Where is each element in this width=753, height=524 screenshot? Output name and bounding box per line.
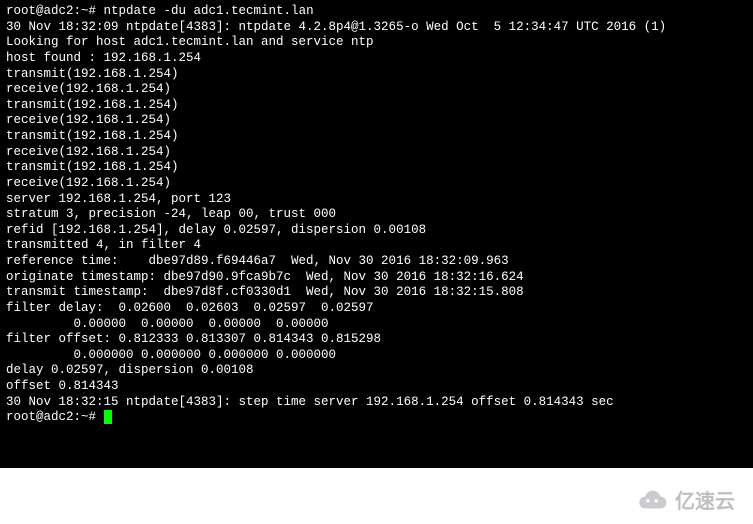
output-line: transmit(192.168.1.254) [6, 160, 747, 176]
output-line: receive(192.168.1.254) [6, 82, 747, 98]
output-line: 0.00000 0.00000 0.00000 0.00000 [6, 317, 747, 333]
output-line: transmit(192.168.1.254) [6, 129, 747, 145]
output-line: stratum 3, precision -24, leap 00, trust… [6, 207, 747, 223]
output-line: 30 Nov 18:32:09 ntpdate[4383]: ntpdate 4… [6, 20, 747, 36]
watermark: 亿速云 [635, 485, 735, 514]
output-line: receive(192.168.1.254) [6, 113, 747, 129]
output-line: receive(192.168.1.254) [6, 145, 747, 161]
output-line: filter delay: 0.02600 0.02603 0.02597 0.… [6, 301, 747, 317]
output-line: refid [192.168.1.254], delay 0.02597, di… [6, 223, 747, 239]
output-line: 0.000000 0.000000 0.000000 0.000000 [6, 348, 747, 364]
output-line: transmitted 4, in filter 4 [6, 238, 747, 254]
output-line: Looking for host adc1.tecmint.lan and se… [6, 35, 747, 51]
watermark-text: 亿速云 [675, 485, 735, 514]
output-line: offset 0.814343 [6, 379, 747, 395]
cloud-icon [635, 489, 669, 511]
output-line: originate timestamp: dbe97d90.9fca9b7c W… [6, 270, 747, 286]
output-line: reference time: dbe97d89.f69446a7 Wed, N… [6, 254, 747, 270]
output-line: filter offset: 0.812333 0.813307 0.81434… [6, 332, 747, 348]
output-line: transmit timestamp: dbe97d8f.cf0330d1 We… [6, 285, 747, 301]
prompt-line: root@adc2:~# [6, 410, 747, 426]
output-line: server 192.168.1.254, port 123 [6, 192, 747, 208]
shell-prompt: root@adc2:~# [6, 410, 104, 424]
output-line: host found : 192.168.1.254 [6, 51, 747, 67]
terminal-window[interactable]: root@adc2:~# ntpdate -du adc1.tecmint.la… [0, 0, 753, 468]
output-line: transmit(192.168.1.254) [6, 98, 747, 114]
output-line: delay 0.02597, dispersion 0.00108 [6, 363, 747, 379]
output-line: transmit(192.168.1.254) [6, 67, 747, 83]
output-line: receive(192.168.1.254) [6, 176, 747, 192]
cursor-icon [104, 410, 112, 424]
output-line: 30 Nov 18:32:15 ntpdate[4383]: step time… [6, 395, 747, 411]
command-line: root@adc2:~# ntpdate -du adc1.tecmint.la… [6, 4, 747, 20]
shell-prompt: root@adc2:~# [6, 4, 104, 18]
typed-command: ntpdate -du adc1.tecmint.lan [104, 4, 314, 18]
